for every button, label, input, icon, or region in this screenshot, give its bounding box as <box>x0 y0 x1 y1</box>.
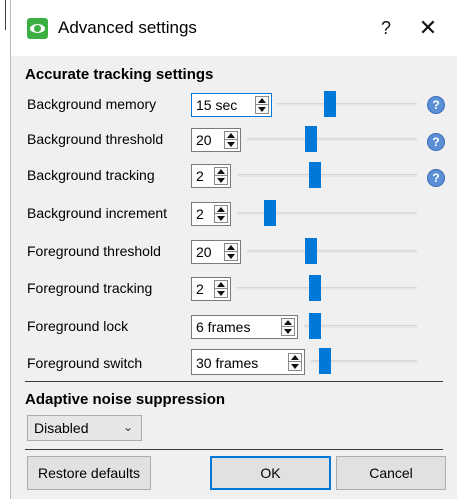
background-threshold-spinbox[interactable]: 20 <box>191 128 241 152</box>
foreground-switch-slider[interactable] <box>311 348 417 376</box>
foreground-switch-spinbox[interactable]: 30 frames <box>191 349 305 375</box>
foreground-tracking-spinbox[interactable]: 2 <box>191 277 231 301</box>
decrement-arrow-icon[interactable] <box>215 289 227 297</box>
spin-arrows[interactable] <box>281 318 295 336</box>
foreground-lock-slider[interactable] <box>304 313 417 341</box>
slider-track <box>237 174 417 177</box>
background-threshold-help-icon[interactable]: ? <box>427 133 445 151</box>
cancel-button[interactable]: Cancel <box>336 456 446 490</box>
background-tracking-spinbox[interactable]: 2 <box>191 164 231 188</box>
foreground-lock-value: 6 frames <box>196 319 251 335</box>
decrement-arrow-icon[interactable] <box>289 362 301 370</box>
background-memory-label: Background memory <box>27 96 157 112</box>
background-threshold-value: 20 <box>196 132 212 148</box>
title-bar: Advanced settings ? ✕ <box>11 0 457 56</box>
accurate-tracking-heading: Accurate tracking settings <box>25 66 214 83</box>
increment-arrow-icon[interactable] <box>225 132 237 140</box>
spin-arrows[interactable] <box>224 131 238 149</box>
decrement-arrow-icon[interactable] <box>215 214 227 222</box>
slider-thumb[interactable] <box>309 275 321 301</box>
background-tracking-slider[interactable] <box>237 162 417 190</box>
decrement-arrow-icon[interactable] <box>282 327 294 335</box>
foreground-tracking-slider[interactable] <box>237 275 417 303</box>
foreground-threshold-slider[interactable] <box>247 238 417 266</box>
decrement-arrow-icon[interactable] <box>225 252 237 260</box>
app-eye-icon <box>27 18 48 39</box>
slider-track <box>277 103 417 106</box>
chevron-down-icon: ⌄ <box>122 420 133 434</box>
increment-arrow-icon[interactable] <box>215 168 227 176</box>
foreground-threshold-spinbox[interactable]: 20 <box>191 240 241 264</box>
increment-arrow-icon[interactable] <box>256 97 268 105</box>
background-increment-slider[interactable] <box>237 200 417 228</box>
adaptive-noise-heading: Adaptive noise suppression <box>25 391 226 408</box>
decrement-arrow-icon[interactable] <box>225 140 237 148</box>
slider-thumb[interactable] <box>264 200 276 226</box>
spin-arrows[interactable] <box>224 243 238 261</box>
help-button[interactable]: ? <box>371 14 401 42</box>
spin-arrows[interactable] <box>255 96 269 114</box>
background-threshold-label: Background threshold <box>27 131 164 147</box>
spin-arrows[interactable] <box>288 353 302 371</box>
decrement-arrow-icon[interactable] <box>215 176 227 184</box>
background-memory-help-icon[interactable]: ? <box>427 96 445 114</box>
increment-arrow-icon[interactable] <box>215 281 227 289</box>
noise-suppression-selected: Disabled <box>34 420 89 436</box>
edge-tick <box>5 0 6 30</box>
advanced-settings-dialog: Advanced settings ? ✕ Accurate tracking … <box>10 0 457 499</box>
footer-divider <box>25 449 443 450</box>
decrement-arrow-icon[interactable] <box>256 105 268 113</box>
background-memory-value: 15 sec <box>196 97 238 113</box>
background-increment-value: 2 <box>196 206 204 222</box>
increment-arrow-icon[interactable] <box>289 354 301 362</box>
slider-thumb[interactable] <box>309 162 321 188</box>
foreground-threshold-label: Foreground threshold <box>27 243 161 259</box>
foreground-tracking-label: Foreground tracking <box>27 280 153 296</box>
foreground-threshold-value: 20 <box>196 244 212 260</box>
background-tracking-help-icon[interactable]: ? <box>427 169 445 187</box>
slider-thumb[interactable] <box>319 348 331 374</box>
foreground-lock-spinbox[interactable]: 6 frames <box>191 315 298 339</box>
spin-arrows[interactable] <box>214 167 228 185</box>
background-memory-slider[interactable] <box>277 91 417 119</box>
slider-thumb[interactable] <box>305 238 317 264</box>
foreground-lock-label: Foreground lock <box>27 318 129 334</box>
foreground-switch-label: Foreground switch <box>27 355 143 371</box>
close-button[interactable]: ✕ <box>413 14 443 42</box>
spin-arrows[interactable] <box>214 205 228 223</box>
dialog-title: Advanced settings <box>58 18 197 37</box>
noise-suppression-dropdown[interactable]: Disabled ⌄ <box>27 415 142 441</box>
left-edge <box>0 0 8 499</box>
slider-track <box>237 287 417 290</box>
background-memory-spinbox[interactable]: 15 sec <box>191 93 272 117</box>
slider-track <box>247 138 417 141</box>
background-tracking-value: 2 <box>196 168 204 184</box>
background-increment-label: Background increment <box>27 205 168 221</box>
increment-arrow-icon[interactable] <box>282 319 294 327</box>
slider-thumb[interactable] <box>309 313 321 339</box>
restore-defaults-button[interactable]: Restore defaults <box>27 456 151 490</box>
background-tracking-label: Background tracking <box>27 167 155 183</box>
slider-thumb[interactable] <box>305 126 317 152</box>
foreground-tracking-value: 2 <box>196 281 204 297</box>
ok-button[interactable]: OK <box>210 456 331 490</box>
slider-track <box>247 250 417 253</box>
background-increment-spinbox[interactable]: 2 <box>191 202 231 226</box>
foreground-switch-value: 30 frames <box>196 355 259 371</box>
increment-arrow-icon[interactable] <box>225 244 237 252</box>
section-divider <box>25 381 443 382</box>
background-threshold-slider[interactable] <box>247 126 417 154</box>
spin-arrows[interactable] <box>214 280 228 298</box>
slider-thumb[interactable] <box>324 91 336 117</box>
increment-arrow-icon[interactable] <box>215 206 227 214</box>
